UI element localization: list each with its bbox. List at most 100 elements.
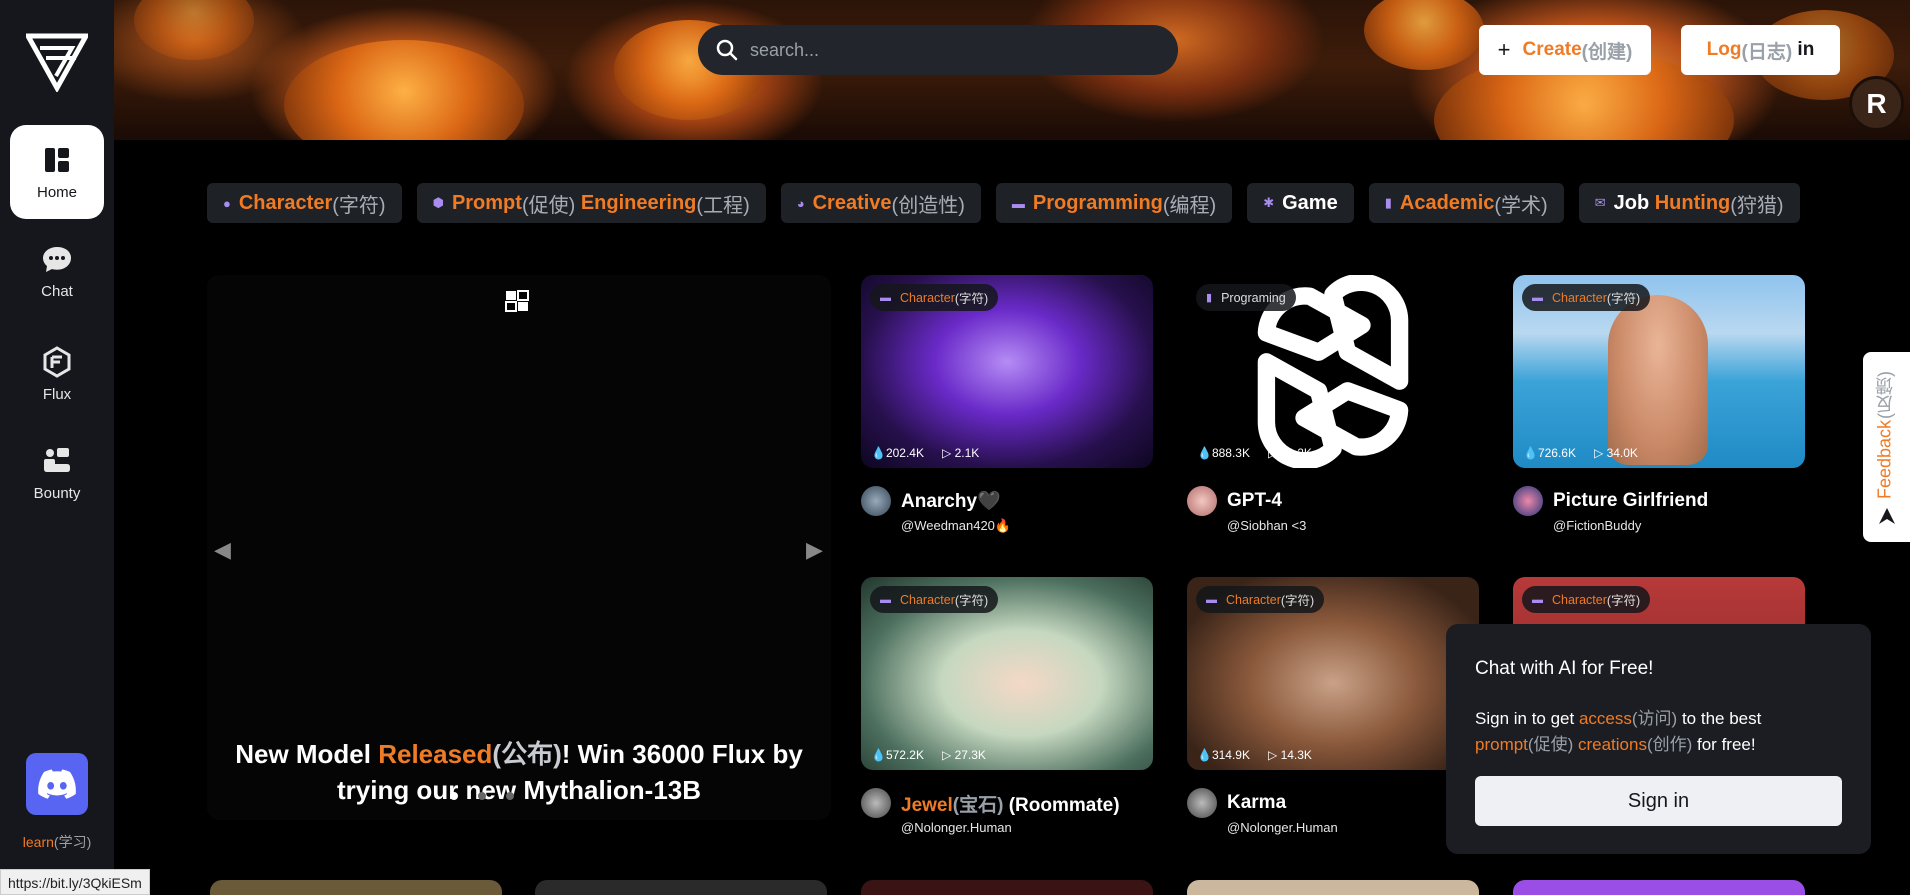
tag-word: Character: [1552, 290, 1607, 305]
card-thumbnail-peek[interactable]: [535, 880, 827, 895]
card-thumbnail[interactable]: ▬ Character (字符) 💧726.6K ▷ 34.0K: [1513, 275, 1805, 468]
carousel-prev-icon[interactable]: ◀: [214, 537, 231, 563]
status-bar-url: https://bit.ly/3QkiESm: [0, 869, 150, 895]
card-thumbnail[interactable]: ▮ Programing 💧888.3K ▷ 41.2K: [1187, 275, 1479, 468]
person-image: [1608, 295, 1708, 465]
card-title: Anarchy🖤: [901, 491, 1001, 512]
card-thumbnail-peek[interactable]: [1187, 880, 1479, 895]
chat-icon: ▬: [1532, 291, 1543, 304]
popup-text: (访问): [1631, 709, 1678, 728]
category-label-part: (编程): [1162, 194, 1217, 217]
category-tag: ▬ Character (字符): [1522, 586, 1651, 613]
card-thumbnail-peek[interactable]: [861, 880, 1153, 895]
likes-count: 202.4K: [885, 446, 924, 460]
sidebar-item-home[interactable]: Home: [10, 125, 104, 219]
category-label-part: Prompt: [451, 191, 522, 214]
category-chip[interactable]: ▮ Academic (学术): [1368, 183, 1564, 223]
card-stats: 💧202.4K ▷ 2.1K: [871, 446, 980, 460]
carousel-dot[interactable]: [450, 792, 458, 800]
popup-text: Sign in to get: [1475, 709, 1579, 728]
learn-link[interactable]: learn(学习): [0, 832, 114, 852]
sidebar: Home Chat Flux Bounty learn(学习): [0, 0, 114, 895]
search-input[interactable]: [750, 39, 1150, 61]
chart-icon: ▮: [1206, 292, 1213, 304]
card-thumbnail-peek[interactable]: [1513, 880, 1805, 895]
carousel-next-icon[interactable]: ▶: [806, 537, 823, 563]
card-author[interactable]: @Siobhan <3: [1227, 518, 1479, 533]
logo-icon[interactable]: [26, 32, 88, 92]
search-bar[interactable]: [698, 25, 1178, 75]
tag-translation: (字符): [954, 292, 989, 306]
plays-count: 34.0K: [1606, 446, 1638, 460]
popup-title: Chat with AI for Free!: [1475, 658, 1654, 679]
caption-line2: trying our new Mythalion-13B: [336, 775, 702, 805]
plus-icon: +: [1497, 37, 1511, 62]
category-chip[interactable]: ▬ Programming (编程): [995, 183, 1233, 223]
carousel-caption: New Model Released(公布)! Win 36000 Flux b…: [207, 736, 831, 808]
tag-translation: (字符): [1280, 594, 1315, 608]
category-chip[interactable]: ⬢ Prompt (促使) Engineering (工程): [416, 183, 766, 223]
sidebar-item-label: Flux: [42, 386, 72, 403]
card-author[interactable]: @Nolonger.Human: [901, 820, 1153, 835]
popup-text: prompt: [1475, 735, 1528, 754]
create-button[interactable]: + Create (创建): [1479, 25, 1651, 75]
bot-card[interactable]: ▬ Character (字符) 💧572.2K ▷ 27.3K Jewel(宝石) …: [861, 577, 1153, 835]
carousel-dots: [450, 792, 514, 800]
sidebar-item-label: Bounty: [33, 485, 81, 502]
feedback-label[interactable]: Feedback (反馈): [1865, 360, 1905, 510]
card-author[interactable]: @FictionBuddy: [1553, 518, 1805, 533]
pumpkin-decoration: [1364, 0, 1484, 70]
popup-text: creations: [1577, 735, 1647, 754]
category-chip[interactable]: ✉ Job Hunting (狩猎): [1578, 183, 1800, 223]
tag-word: Character: [900, 290, 955, 305]
discord-button[interactable]: [26, 753, 88, 815]
login-button[interactable]: Log (日志) in: [1681, 25, 1840, 75]
category-label-part: Character: [238, 191, 333, 214]
category-label-part: Engineering: [580, 191, 697, 214]
popup-body: Sign in to get access(访问) to the best pr…: [1475, 706, 1855, 758]
category-label-part: Job: [1613, 191, 1655, 214]
likes-count: 314.9K: [1211, 748, 1250, 762]
category-tag: ▬ Character (字符): [1196, 586, 1325, 613]
title-rest: (Roommate): [1003, 794, 1120, 816]
create-translation: (创建): [1581, 41, 1633, 63]
caption-released: Released: [378, 739, 493, 769]
avatar: [1187, 486, 1217, 516]
user-avatar[interactable]: R: [1849, 76, 1904, 131]
card-thumbnail[interactable]: ▬ Character (字符) 💧314.9K ▷ 14.3K: [1187, 577, 1479, 770]
card-thumbnail[interactable]: ▬ Character (字符) 💧572.2K ▷ 27.3K: [861, 577, 1153, 770]
card-author[interactable]: @Weedman420🔥: [901, 518, 1153, 534]
sidebar-item-chat[interactable]: Chat: [10, 224, 104, 318]
character-icon: ●: [223, 195, 231, 211]
card-author[interactable]: @Nolonger.Human: [1227, 820, 1479, 835]
plays-count: 27.3K: [954, 748, 986, 762]
sidebar-item-flux[interactable]: Flux: [10, 327, 104, 421]
card-thumbnail[interactable]: ▬ Character (字符) 💧202.4K ▷ 2.1K: [861, 275, 1153, 468]
likes-count: 726.6K: [1537, 446, 1576, 460]
category-tag: ▬ Character (字符): [1522, 284, 1651, 311]
category-chip[interactable]: ✱ Game: [1247, 183, 1354, 223]
category-bar: ● Character (字符) ⬢ Prompt (促使) Engineering (工程…: [207, 183, 1809, 223]
broken-image-icon: [505, 290, 529, 312]
avatar: [861, 486, 891, 516]
pumpkin-decoration: [284, 40, 524, 140]
popup-text: (促使): [1527, 735, 1578, 754]
signin-button[interactable]: Sign in: [1475, 776, 1842, 826]
bot-card[interactable]: ▬ Character (字符) 💧314.9K ▷ 14.3K Karma @Nol…: [1187, 577, 1479, 835]
card-thumbnail-peek[interactable]: [210, 880, 502, 895]
discord-icon: [38, 769, 76, 799]
bot-card[interactable]: ▬ Character (字符) 💧202.4K ▷ 2.1K Anarchy🖤 @W…: [861, 275, 1153, 534]
tag-word: Character: [1552, 592, 1607, 607]
bot-card[interactable]: ▬ Character (字符) 💧726.6K ▷ 34.0K Picture Gi…: [1513, 275, 1805, 533]
plays-count: 2.1K: [954, 446, 980, 460]
carousel-dot[interactable]: [478, 792, 486, 800]
carousel-dot[interactable]: [506, 792, 514, 800]
category-label-part: (学术): [1494, 194, 1548, 217]
card-stats: 💧726.6K ▷ 34.0K: [1523, 446, 1638, 460]
category-chip[interactable]: ● Character (字符): [207, 183, 402, 223]
flux-icon: [40, 345, 74, 379]
bot-card[interactable]: ▮ Programing 💧888.3K ▷ 41.2K GPT-4 @Siobha…: [1187, 275, 1479, 533]
category-chip[interactable]: ◕ Creative (创造性): [780, 183, 981, 223]
card-stats: 💧314.9K ▷ 14.3K: [1197, 748, 1312, 762]
sidebar-item-bounty[interactable]: Bounty: [10, 426, 104, 520]
